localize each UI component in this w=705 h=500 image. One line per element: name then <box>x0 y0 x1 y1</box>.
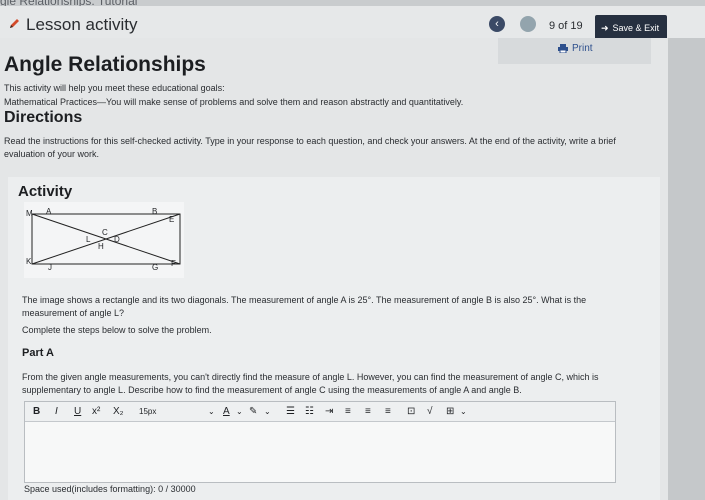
page-title: Angle Relationships <box>4 53 206 76</box>
figure-label-j: J <box>48 263 52 272</box>
align-left-icon[interactable]: ≡ <box>345 405 351 419</box>
bulleted-list-icon[interactable]: ☰ <box>286 405 295 419</box>
space-used-counter: Space used(includes formatting): 0 / 300… <box>24 484 196 494</box>
numbered-list-icon[interactable]: ☷ <box>305 405 314 419</box>
highlight-icon[interactable]: ✎ <box>249 405 257 419</box>
editor-toolbar: B I U x² X₂ 15px ⌄ A ⌄ ✎ ⌄ ☰ ☷ ⇥ ≡ ≡ ≡ ⊡… <box>25 402 615 422</box>
activity-question: The image shows a rectangle and its two … <box>22 295 587 318</box>
font-size-select[interactable]: 15px <box>139 405 156 419</box>
intro-practices: Mathematical Practices—You will make sen… <box>4 97 464 107</box>
chevron-left-icon: ‹ <box>495 18 499 30</box>
page-menu-button[interactable] <box>520 16 536 32</box>
math-editor-icon[interactable]: √ <box>427 405 433 419</box>
insert-image-icon[interactable]: ⊡ <box>407 405 415 419</box>
part-a-heading: Part A <box>22 347 54 359</box>
align-center-icon[interactable]: ≡ <box>365 405 371 419</box>
intro-goals: This activity will help you meet these e… <box>4 83 225 93</box>
font-size-chevron-icon[interactable]: ⌄ <box>208 405 215 419</box>
subscript-button[interactable]: X₂ <box>113 405 124 419</box>
print-link[interactable]: Print <box>572 43 593 54</box>
highlight-chevron-icon[interactable]: ⌄ <box>264 405 271 419</box>
figure-label-h: H <box>98 242 104 251</box>
figure-label-b: B <box>152 207 157 216</box>
figure-label-m: M <box>26 209 33 218</box>
printer-icon[interactable] <box>558 44 568 53</box>
page-counter: 9 of 19 <box>549 20 583 32</box>
indent-icon[interactable]: ⇥ <box>325 405 333 419</box>
figure-label-k: K <box>26 257 32 266</box>
figure-label-g: G <box>152 263 158 272</box>
rectangle-diagonals-figure: M A B E C L D H K J G F <box>24 202 184 278</box>
superscript-button[interactable]: x² <box>92 405 100 419</box>
directions-text: Read the instructions for this self-chec… <box>4 136 616 159</box>
figure-label-a: A <box>46 207 52 216</box>
bold-button[interactable]: B <box>33 405 40 419</box>
response-editor[interactable]: B I U x² X₂ 15px ⌄ A ⌄ ✎ ⌄ ☰ ☷ ⇥ ≡ ≡ ≡ ⊡… <box>24 401 616 483</box>
lesson-header: Lesson activity ‹ 9 of 19 ➜ Save & Exit <box>0 6 705 41</box>
figure-label-d: D <box>114 235 120 244</box>
figure-label-e: E <box>169 215 174 224</box>
font-color-button[interactable]: A <box>223 405 230 419</box>
steps-instruction: Complete the steps below to solve the pr… <box>22 325 212 335</box>
editor-text-area[interactable] <box>25 423 615 482</box>
activity-heading: Activity <box>18 183 73 200</box>
figure-label-f: F <box>171 259 176 268</box>
underline-button[interactable]: U <box>74 405 81 419</box>
header-title: Lesson activity <box>26 15 138 34</box>
directions-heading: Directions <box>4 109 83 126</box>
save-and-exit-label: Save & Exit <box>612 23 660 33</box>
pencil-icon <box>10 19 19 28</box>
part-a-text: From the given angle measurements, you c… <box>22 372 599 395</box>
table-chevron-icon[interactable]: ⌄ <box>460 405 467 419</box>
figure-label-l: L <box>86 235 91 244</box>
font-color-chevron-icon[interactable]: ⌄ <box>236 405 243 419</box>
previous-page-button[interactable]: ‹ <box>489 16 505 32</box>
right-margin <box>668 38 705 500</box>
insert-table-icon[interactable]: ⊞ <box>446 405 454 419</box>
italic-button[interactable]: I <box>55 405 58 419</box>
align-right-icon[interactable]: ≡ <box>385 405 391 419</box>
figure-label-c: C <box>102 228 108 237</box>
